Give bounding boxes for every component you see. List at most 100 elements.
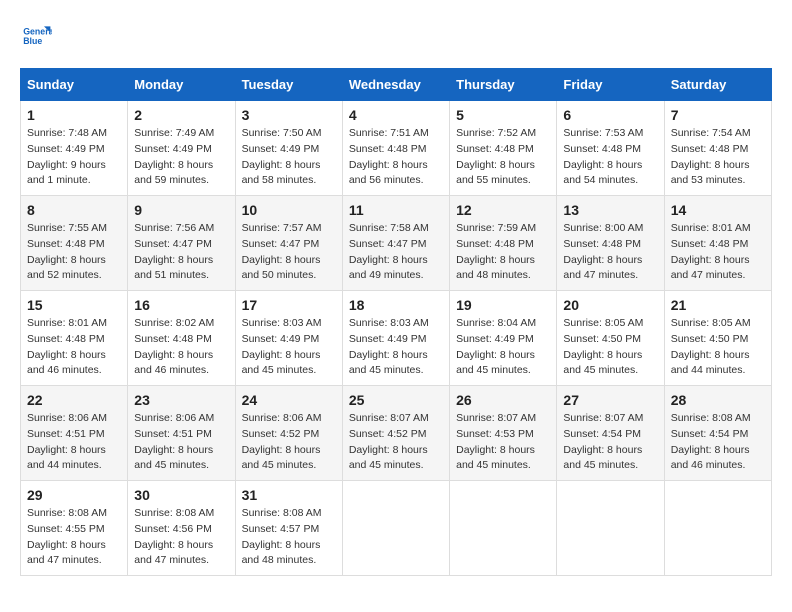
day-info: Sunrise: 7:49 AMSunset: 4:49 PMDaylight:… [134,126,228,189]
day-number: 25 [349,392,443,408]
day-number: 11 [349,202,443,218]
calendar-cell: 14 Sunrise: 8:01 AMSunset: 4:48 PMDaylig… [664,196,771,291]
day-number: 29 [27,487,121,503]
calendar-cell: 8 Sunrise: 7:55 AMSunset: 4:48 PMDayligh… [21,196,128,291]
calendar-cell [450,481,557,576]
day-info: Sunrise: 7:57 AMSunset: 4:47 PMDaylight:… [242,221,336,284]
day-info: Sunrise: 8:06 AMSunset: 4:52 PMDaylight:… [242,411,336,474]
day-number: 8 [27,202,121,218]
day-info: Sunrise: 8:07 AMSunset: 4:53 PMDaylight:… [456,411,550,474]
calendar-cell: 5 Sunrise: 7:52 AMSunset: 4:48 PMDayligh… [450,101,557,196]
page-header: General Blue [20,20,772,52]
day-number: 26 [456,392,550,408]
day-number: 6 [563,107,657,123]
day-number: 1 [27,107,121,123]
calendar-cell: 24 Sunrise: 8:06 AMSunset: 4:52 PMDaylig… [235,386,342,481]
day-number: 7 [671,107,765,123]
day-info: Sunrise: 8:02 AMSunset: 4:48 PMDaylight:… [134,316,228,379]
day-number: 13 [563,202,657,218]
svg-text:Blue: Blue [23,36,42,46]
weekday-header-saturday: Saturday [664,69,771,101]
logo-icon: General Blue [20,20,52,52]
weekday-header-sunday: Sunday [21,69,128,101]
calendar-cell: 4 Sunrise: 7:51 AMSunset: 4:48 PMDayligh… [342,101,449,196]
calendar-cell: 30 Sunrise: 8:08 AMSunset: 4:56 PMDaylig… [128,481,235,576]
day-info: Sunrise: 8:08 AMSunset: 4:55 PMDaylight:… [27,506,121,569]
weekday-header-thursday: Thursday [450,69,557,101]
day-info: Sunrise: 8:08 AMSunset: 4:54 PMDaylight:… [671,411,765,474]
day-number: 24 [242,392,336,408]
day-number: 10 [242,202,336,218]
week-row-3: 15 Sunrise: 8:01 AMSunset: 4:48 PMDaylig… [21,291,772,386]
calendar-cell: 15 Sunrise: 8:01 AMSunset: 4:48 PMDaylig… [21,291,128,386]
day-info: Sunrise: 8:07 AMSunset: 4:54 PMDaylight:… [563,411,657,474]
calendar-cell: 17 Sunrise: 8:03 AMSunset: 4:49 PMDaylig… [235,291,342,386]
day-number: 14 [671,202,765,218]
calendar-cell: 20 Sunrise: 8:05 AMSunset: 4:50 PMDaylig… [557,291,664,386]
calendar-cell: 21 Sunrise: 8:05 AMSunset: 4:50 PMDaylig… [664,291,771,386]
day-info: Sunrise: 8:03 AMSunset: 4:49 PMDaylight:… [349,316,443,379]
day-number: 18 [349,297,443,313]
calendar-cell: 7 Sunrise: 7:54 AMSunset: 4:48 PMDayligh… [664,101,771,196]
day-number: 5 [456,107,550,123]
week-row-1: 1 Sunrise: 7:48 AMSunset: 4:49 PMDayligh… [21,101,772,196]
weekday-header-friday: Friday [557,69,664,101]
week-row-2: 8 Sunrise: 7:55 AMSunset: 4:48 PMDayligh… [21,196,772,291]
week-row-4: 22 Sunrise: 8:06 AMSunset: 4:51 PMDaylig… [21,386,772,481]
day-info: Sunrise: 8:07 AMSunset: 4:52 PMDaylight:… [349,411,443,474]
day-number: 12 [456,202,550,218]
day-number: 2 [134,107,228,123]
day-info: Sunrise: 8:05 AMSunset: 4:50 PMDaylight:… [563,316,657,379]
day-number: 21 [671,297,765,313]
day-info: Sunrise: 8:05 AMSunset: 4:50 PMDaylight:… [671,316,765,379]
day-info: Sunrise: 7:54 AMSunset: 4:48 PMDaylight:… [671,126,765,189]
day-info: Sunrise: 8:00 AMSunset: 4:48 PMDaylight:… [563,221,657,284]
calendar-cell: 29 Sunrise: 8:08 AMSunset: 4:55 PMDaylig… [21,481,128,576]
day-number: 23 [134,392,228,408]
day-number: 31 [242,487,336,503]
day-info: Sunrise: 8:01 AMSunset: 4:48 PMDaylight:… [27,316,121,379]
calendar-cell: 22 Sunrise: 8:06 AMSunset: 4:51 PMDaylig… [21,386,128,481]
day-number: 22 [27,392,121,408]
calendar-cell: 10 Sunrise: 7:57 AMSunset: 4:47 PMDaylig… [235,196,342,291]
day-info: Sunrise: 8:03 AMSunset: 4:49 PMDaylight:… [242,316,336,379]
calendar-cell: 9 Sunrise: 7:56 AMSunset: 4:47 PMDayligh… [128,196,235,291]
calendar-cell: 23 Sunrise: 8:06 AMSunset: 4:51 PMDaylig… [128,386,235,481]
day-info: Sunrise: 7:52 AMSunset: 4:48 PMDaylight:… [456,126,550,189]
calendar-cell: 11 Sunrise: 7:58 AMSunset: 4:47 PMDaylig… [342,196,449,291]
calendar-cell: 12 Sunrise: 7:59 AMSunset: 4:48 PMDaylig… [450,196,557,291]
day-info: Sunrise: 8:01 AMSunset: 4:48 PMDaylight:… [671,221,765,284]
day-number: 3 [242,107,336,123]
calendar-cell: 1 Sunrise: 7:48 AMSunset: 4:49 PMDayligh… [21,101,128,196]
day-number: 9 [134,202,228,218]
weekday-header-wednesday: Wednesday [342,69,449,101]
calendar-cell [557,481,664,576]
calendar-cell: 16 Sunrise: 8:02 AMSunset: 4:48 PMDaylig… [128,291,235,386]
calendar-cell: 25 Sunrise: 8:07 AMSunset: 4:52 PMDaylig… [342,386,449,481]
calendar-cell: 13 Sunrise: 8:00 AMSunset: 4:48 PMDaylig… [557,196,664,291]
day-info: Sunrise: 7:55 AMSunset: 4:48 PMDaylight:… [27,221,121,284]
calendar-cell: 26 Sunrise: 8:07 AMSunset: 4:53 PMDaylig… [450,386,557,481]
day-info: Sunrise: 7:59 AMSunset: 4:48 PMDaylight:… [456,221,550,284]
calendar-cell: 3 Sunrise: 7:50 AMSunset: 4:49 PMDayligh… [235,101,342,196]
calendar-cell: 18 Sunrise: 8:03 AMSunset: 4:49 PMDaylig… [342,291,449,386]
calendar-cell: 6 Sunrise: 7:53 AMSunset: 4:48 PMDayligh… [557,101,664,196]
calendar-cell [664,481,771,576]
calendar-cell: 28 Sunrise: 8:08 AMSunset: 4:54 PMDaylig… [664,386,771,481]
calendar-cell [342,481,449,576]
day-info: Sunrise: 8:08 AMSunset: 4:56 PMDaylight:… [134,506,228,569]
day-info: Sunrise: 7:58 AMSunset: 4:47 PMDaylight:… [349,221,443,284]
calendar-cell: 31 Sunrise: 8:08 AMSunset: 4:57 PMDaylig… [235,481,342,576]
day-number: 19 [456,297,550,313]
calendar-cell: 2 Sunrise: 7:49 AMSunset: 4:49 PMDayligh… [128,101,235,196]
week-row-5: 29 Sunrise: 8:08 AMSunset: 4:55 PMDaylig… [21,481,772,576]
weekday-header-monday: Monday [128,69,235,101]
day-info: Sunrise: 8:04 AMSunset: 4:49 PMDaylight:… [456,316,550,379]
day-info: Sunrise: 7:50 AMSunset: 4:49 PMDaylight:… [242,126,336,189]
calendar-cell: 19 Sunrise: 8:04 AMSunset: 4:49 PMDaylig… [450,291,557,386]
day-info: Sunrise: 8:06 AMSunset: 4:51 PMDaylight:… [27,411,121,474]
day-info: Sunrise: 7:53 AMSunset: 4:48 PMDaylight:… [563,126,657,189]
day-info: Sunrise: 7:48 AMSunset: 4:49 PMDaylight:… [27,126,121,189]
day-info: Sunrise: 7:56 AMSunset: 4:47 PMDaylight:… [134,221,228,284]
day-info: Sunrise: 8:06 AMSunset: 4:51 PMDaylight:… [134,411,228,474]
